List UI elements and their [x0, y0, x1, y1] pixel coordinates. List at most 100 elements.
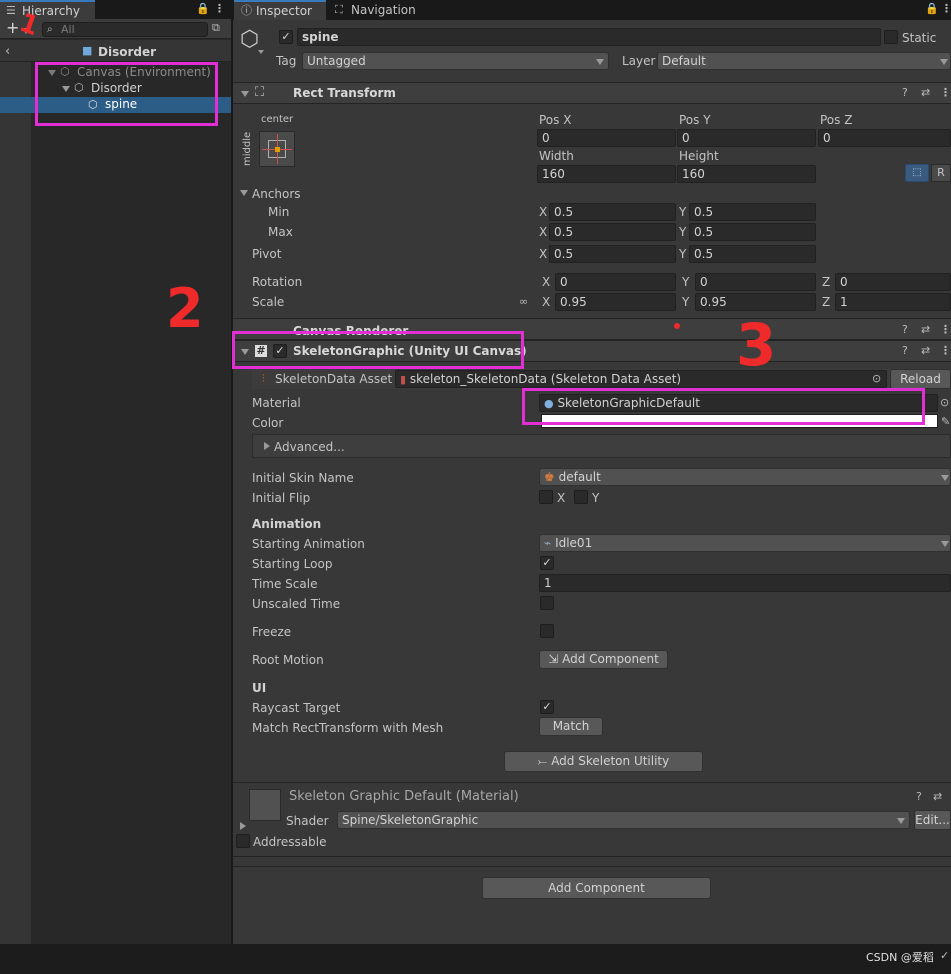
tab-inspector[interactable]: ⓘ Inspector — [234, 0, 326, 20]
blueprint-mode-button[interactable]: ⬚ — [905, 164, 929, 182]
height-input[interactable]: 160 — [677, 165, 816, 183]
chevron-down-icon — [940, 59, 948, 65]
material-expand-icon[interactable] — [240, 822, 246, 830]
eyedropper-icon[interactable]: ✎ — [941, 416, 950, 428]
lock-icon[interactable]: 🔒 — [196, 3, 210, 15]
scale-label: Scale — [252, 295, 285, 309]
pos-y-input[interactable]: 0 — [677, 129, 816, 147]
help-icon[interactable]: ? — [902, 324, 908, 336]
flip-y-checkbox[interactable] — [574, 490, 588, 504]
root-motion-add-component-label: Add Component — [562, 652, 659, 666]
edit-shader-button[interactable]: Edit... — [914, 810, 951, 830]
tab-navigation[interactable]: Navigation — [351, 2, 416, 18]
width-input[interactable]: 160 — [537, 165, 676, 183]
preset-icon[interactable]: ⇄ — [921, 345, 930, 357]
starting-loop-label: Starting Loop — [252, 557, 333, 571]
preset-icon[interactable]: ⇄ — [921, 87, 930, 99]
icon-picker-chevron[interactable] — [258, 50, 264, 54]
height-label: Height — [679, 149, 719, 163]
section-divider — [233, 866, 951, 867]
scale-y-input[interactable]: 0.95 — [695, 293, 816, 311]
time-scale-input[interactable]: 1 — [539, 574, 951, 592]
starting-animation-dropdown[interactable]: ⌁ Idle01 — [539, 534, 951, 552]
pos-z-label: Pos Z — [820, 113, 853, 127]
pos-x-input[interactable]: 0 — [537, 129, 676, 147]
cube-icon: ⬡ — [240, 27, 260, 52]
help-icon[interactable]: ? — [902, 87, 908, 99]
scene-filter-icon[interactable]: ⧉ — [212, 22, 220, 34]
addressable-label: Addressable — [253, 835, 327, 849]
flip-x-checkbox[interactable] — [539, 490, 553, 504]
anchor-max-y-input[interactable]: 0.5 — [689, 223, 816, 241]
rot-y-axis: Y — [682, 275, 690, 289]
layer-dropdown[interactable]: Default — [657, 52, 951, 70]
raycast-target-label: Raycast Target — [252, 701, 341, 715]
lock-icon[interactable]: 🔒 — [925, 3, 939, 15]
raycast-target-checkbox[interactable]: ✓ — [540, 700, 554, 714]
anchor-max-x-input[interactable]: 0.5 — [549, 223, 676, 241]
expand-icon — [264, 442, 270, 450]
root-motion-add-component-button[interactable]: ⇲ Add Component — [539, 650, 668, 669]
starting-animation-value: Idle01 — [555, 536, 593, 550]
tag-value: Untagged — [307, 54, 366, 68]
object-picker-icon[interactable]: ⊙ — [872, 373, 881, 385]
more-menu-icon[interactable]: ⋮ — [941, 3, 951, 15]
reload-button[interactable]: Reload — [890, 369, 951, 389]
annotation-box-hierarchy — [35, 62, 218, 126]
pivot-y-input[interactable]: 0.5 — [689, 245, 816, 263]
preset-icon[interactable]: ⇄ — [921, 324, 930, 336]
starting-loop-checkbox[interactable]: ✓ — [540, 556, 554, 570]
preset-icon[interactable]: ⇄ — [933, 791, 942, 803]
annotation-box-material — [522, 388, 925, 425]
shader-dropdown[interactable]: Spine/SkeletonGraphic — [337, 811, 910, 829]
skeleton-data-field[interactable]: ▮ skeleton_SkeletonData (Skeleton Data A… — [395, 370, 887, 388]
raw-edit-button[interactable]: R — [931, 164, 951, 182]
rect-transform-title: Rect Transform — [293, 86, 396, 100]
material-label: Material — [252, 396, 301, 410]
hierarchy-search-input[interactable]: ⌕ All — [42, 22, 208, 37]
unscaled-time-checkbox[interactable] — [540, 596, 554, 610]
add-skeleton-utility-label: Add Skeleton Utility — [551, 754, 670, 768]
advanced-foldout[interactable]: Advanced... — [252, 434, 951, 458]
pos-z-input[interactable]: 0 — [818, 129, 951, 147]
anchor-min-x-input[interactable]: 0.5 — [549, 203, 676, 221]
anchor-min-y-input[interactable]: 0.5 — [689, 203, 816, 221]
link-icon[interactable]: ∞ — [519, 296, 528, 308]
rotation-x-input[interactable]: 0 — [555, 273, 676, 291]
help-icon[interactable]: ? — [916, 791, 922, 803]
addressable-checkbox[interactable] — [236, 834, 250, 848]
edit-shader-label: Edit... — [915, 813, 950, 827]
add-component-button[interactable]: Add Component — [482, 877, 711, 899]
tag-dropdown[interactable]: Untagged — [302, 52, 609, 70]
more-menu-icon[interactable]: ⋮ — [214, 3, 225, 15]
pivot-x-axis: X — [539, 247, 548, 261]
freeze-checkbox[interactable] — [540, 624, 554, 638]
back-arrow-icon[interactable]: ‹ — [5, 45, 10, 58]
anchor-preset-button[interactable] — [259, 131, 295, 167]
static-checkbox[interactable] — [884, 30, 898, 44]
scale-z-axis: Z — [822, 295, 831, 309]
more-menu-icon[interactable]: ⋮ — [940, 87, 951, 99]
add-skeleton-utility-button[interactable]: ⤚ Add Skeleton Utility — [504, 751, 703, 772]
initial-flip-label: Initial Flip — [252, 491, 311, 505]
scale-x-input[interactable]: 0.95 — [555, 293, 676, 311]
more-menu-icon[interactable]: ⋮ — [940, 324, 951, 336]
hierarchy-tab[interactable]: ☰ Hierarchy — [0, 0, 95, 19]
width-label: Width — [539, 149, 574, 163]
rotation-y-input[interactable]: 0 — [695, 273, 816, 291]
chevron-down-icon — [941, 541, 949, 547]
initial-skin-dropdown[interactable]: ♚ default — [539, 468, 951, 486]
raw-edit-label: R — [937, 166, 945, 179]
pivot-x-input[interactable]: 0.5 — [549, 245, 676, 263]
anchors-collapse-icon[interactable] — [240, 190, 248, 196]
active-checkbox[interactable]: ✓ — [279, 30, 293, 44]
object-picker-icon[interactable]: ⊙ — [940, 397, 949, 409]
more-menu-icon[interactable]: ⋮ — [940, 345, 951, 357]
help-icon[interactable]: ? — [902, 345, 908, 357]
match-button[interactable]: Match — [539, 717, 603, 736]
shader-label: Shader — [286, 814, 329, 828]
rect-transform-header[interactable]: ⛶ Rect Transform ? ⇄ ⋮ — [233, 82, 951, 104]
object-name-input[interactable]: spine — [297, 28, 881, 46]
rotation-z-input[interactable]: 0 — [835, 273, 951, 291]
scale-z-input[interactable]: 1 — [835, 293, 951, 311]
